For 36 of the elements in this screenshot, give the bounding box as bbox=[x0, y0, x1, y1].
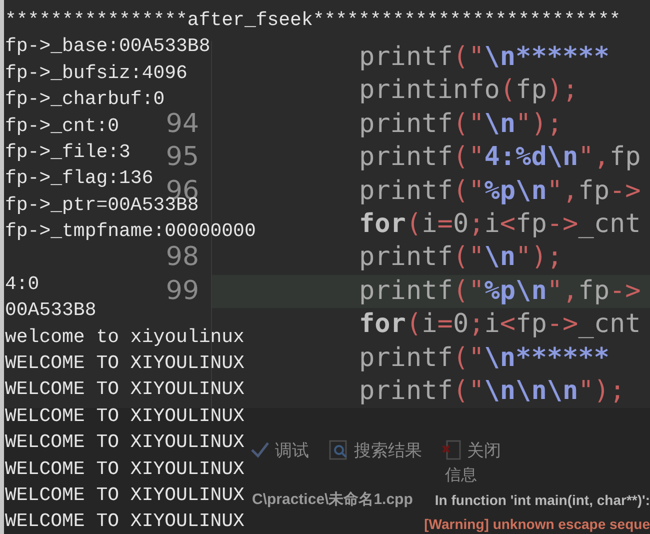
code-line: printf("4:%d\n",fp bbox=[358, 141, 642, 174]
console-line: fp->_charbuf:0 bbox=[5, 87, 165, 112]
checkmark-icon bbox=[250, 441, 270, 460]
message-text: [Warning] unknown escape seque bbox=[424, 514, 650, 534]
console-line: WELCOME TO XIYOULINUX bbox=[5, 430, 244, 456]
console-line: WELCOME TO XIYOULINUX bbox=[5, 351, 244, 376]
panel-tab[interactable]: 调试 bbox=[250, 438, 309, 464]
code-line: printf("\n****** bbox=[358, 41, 610, 74]
code-line: printf("\n"); bbox=[358, 241, 564, 274]
console-line: welcome to xiyoulinux bbox=[5, 324, 244, 350]
console-line: ****************after_fseek*************************** bbox=[5, 8, 621, 33]
panel-tab[interactable]: 搜索结果 bbox=[329, 438, 422, 464]
console-line: fp->_flag:136 bbox=[5, 166, 154, 192]
console-line: WELCOME TO XIYOULINUX bbox=[5, 404, 244, 429]
code-line: printf("\n"); bbox=[358, 108, 564, 141]
message-file: C\practice\未命名1.cpp bbox=[252, 490, 413, 510]
code-line: printinfo(fp); bbox=[358, 74, 580, 108]
close-icon bbox=[442, 440, 462, 460]
panel-tab[interactable]: 关闭 bbox=[442, 438, 501, 464]
console-line: fp->_base:00A533B8 bbox=[5, 34, 210, 60]
line-number: 95 bbox=[166, 141, 199, 174]
search-icon bbox=[329, 440, 349, 460]
console-line: WELCOME TO XIYOULINUX bbox=[5, 483, 244, 508]
console-line: fp->_file:3 bbox=[5, 140, 130, 165]
console-line: fp->_bufsiz:4096 bbox=[5, 60, 188, 86]
console-line: fp->_cnt:0 bbox=[5, 114, 120, 139]
console-line: WELCOME TO XIYOULINUX bbox=[5, 377, 244, 402]
line-number: 99 bbox=[166, 274, 199, 308]
code-line: printf("%p\n",fp-> bbox=[358, 174, 642, 208]
console-line: 00A533B8 bbox=[5, 298, 96, 324]
message-text: In function 'int main(int, char**)': bbox=[434, 490, 650, 510]
console-line: 4:0 bbox=[5, 272, 40, 297]
column-header: 信息 bbox=[445, 466, 477, 486]
line-number: 94 bbox=[166, 108, 199, 141]
console-line: WELCOME TO XIYOULINUX bbox=[5, 456, 244, 482]
console-line: WELCOME TO XIYOULINUX bbox=[5, 509, 244, 534]
